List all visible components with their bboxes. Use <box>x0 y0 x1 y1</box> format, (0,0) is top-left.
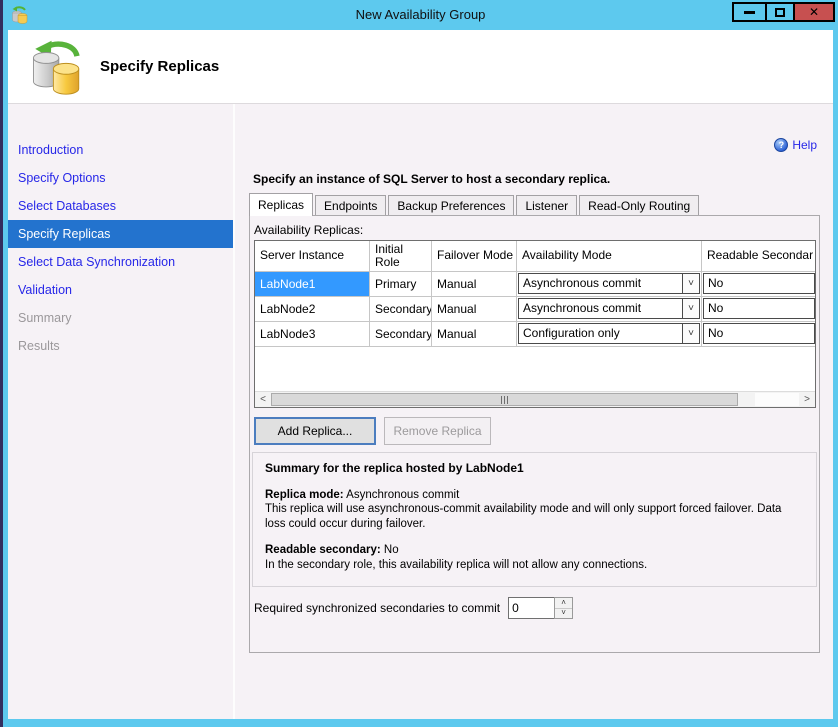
required-secondaries-input[interactable] <box>508 597 554 619</box>
tab-endpoints[interactable]: Endpoints <box>315 195 386 216</box>
replicas-grid: Server Instance Initial Role Failover Mo… <box>254 240 816 408</box>
summary-title: Summary for the replica hosted by LabNod… <box>265 461 804 476</box>
sidebar-item-validation[interactable]: Validation <box>8 276 233 304</box>
spin-up-icon[interactable]: ˄ <box>555 598 572 609</box>
cell-initial-role[interactable]: Primary <box>370 272 432 297</box>
scrollbar-grip-icon <box>501 396 509 404</box>
replica-mode-label: Replica mode: <box>265 489 344 501</box>
sidebar-item-specify-replicas[interactable]: Specify Replicas <box>8 220 233 248</box>
maximize-button[interactable] <box>765 2 795 22</box>
cell-initial-role[interactable]: Secondary <box>370 322 432 347</box>
readable-secondary-dropdown[interactable]: No <box>703 323 815 344</box>
cell-server-instance[interactable]: LabNode2 <box>255 297 370 322</box>
readable-secondary-label: Readable secondary: <box>265 544 381 556</box>
sidebar-item-results: Results <box>8 332 233 360</box>
table-row: LabNode3 Secondary Manual Configuration … <box>255 322 815 347</box>
replicas-database-icon <box>28 38 86 96</box>
column-header-server-instance: Server Instance <box>255 241 370 272</box>
new-availability-group-window: New Availability Group ✕ <box>0 0 838 727</box>
readable-secondary-value: No <box>381 544 399 556</box>
availability-mode-dropdown[interactable]: Asynchronous commit ˅ <box>518 273 700 294</box>
spinner: ˄ ˅ <box>554 597 573 619</box>
tab-backup-preferences[interactable]: Backup Preferences <box>388 195 514 216</box>
cell-availability-mode: Asynchronous commit ˅ <box>517 272 702 297</box>
column-header-failover-mode: Failover Mode <box>432 241 517 272</box>
add-replica-button[interactable]: Add Replica... <box>254 417 376 445</box>
replica-mode-description: This replica will use asynchronous-commi… <box>265 503 781 529</box>
commit-label: Required synchronized secondaries to com… <box>254 601 500 615</box>
close-button[interactable]: ✕ <box>793 2 835 22</box>
minimize-button[interactable] <box>732 2 767 22</box>
table-row: LabNode2 Secondary Manual Asynchronous c… <box>255 297 815 322</box>
cell-initial-role[interactable]: Secondary <box>370 297 432 322</box>
column-header-readable-secondary: Readable Secondar <box>702 241 816 272</box>
table-row: LabNode1 Primary Manual Asynchronous com… <box>255 272 815 297</box>
availability-replicas-label: Availability Replicas: <box>254 223 363 237</box>
horizontal-scrollbar[interactable]: < > <box>255 391 815 407</box>
cell-server-instance[interactable]: LabNode1 <box>255 272 370 297</box>
readable-secondary-dropdown[interactable]: No <box>703 273 815 294</box>
cell-failover-mode[interactable]: Manual <box>432 322 517 347</box>
cell-readable-secondary: No <box>702 297 816 322</box>
grid-header-row: Server Instance Initial Role Failover Mo… <box>255 241 815 272</box>
column-header-availability-mode: Availability Mode <box>517 241 702 272</box>
scrollbar-track[interactable] <box>755 393 799 406</box>
readable-secondary-dropdown[interactable]: No <box>703 298 815 319</box>
help-icon: ? <box>774 138 788 152</box>
cell-failover-mode[interactable]: Manual <box>432 272 517 297</box>
help-link[interactable]: ? Help <box>774 138 817 152</box>
column-header-initial-role: Initial Role <box>370 241 432 272</box>
page-title: Specify Replicas <box>100 30 219 103</box>
maximize-icon <box>775 8 785 17</box>
spin-down-icon[interactable]: ˅ <box>555 609 572 619</box>
availability-mode-dropdown[interactable]: Asynchronous commit ˅ <box>518 298 700 319</box>
help-label: Help <box>792 138 817 152</box>
sidebar-item-summary: Summary <box>8 304 233 332</box>
sidebar-item-introduction[interactable]: Introduction <box>8 136 233 164</box>
remove-replica-button: Remove Replica <box>384 417 491 445</box>
tab-read-only-routing[interactable]: Read-Only Routing <box>579 195 699 216</box>
wizard-header: Specify Replicas <box>8 30 833 103</box>
window-border <box>3 719 838 727</box>
replica-summary-box: Summary for the replica hosted by LabNod… <box>252 452 817 587</box>
chevron-down-icon[interactable]: ˅ <box>682 274 699 293</box>
cell-server-instance[interactable]: LabNode3 <box>255 322 370 347</box>
tab-listener[interactable]: Listener <box>516 195 577 216</box>
tab-replicas[interactable]: Replicas <box>249 193 313 216</box>
scrollbar-thumb[interactable] <box>271 393 738 406</box>
minimize-icon <box>744 11 755 14</box>
availability-mode-dropdown[interactable]: Configuration only ˅ <box>518 323 700 344</box>
scroll-left-icon[interactable]: < <box>255 392 271 407</box>
scroll-right-icon[interactable]: > <box>799 392 815 407</box>
readable-secondary-description: In the secondary role, this availability… <box>265 559 647 571</box>
titlebar[interactable]: New Availability Group ✕ <box>3 0 838 30</box>
sidebar-item-select-data-synchronization[interactable]: Select Data Synchronization <box>8 248 233 276</box>
cell-readable-secondary: No <box>702 272 816 297</box>
cell-availability-mode: Configuration only ˅ <box>517 322 702 347</box>
window-title: New Availability Group <box>3 0 838 30</box>
window-border <box>833 30 838 727</box>
commit-row: Required synchronized secondaries to com… <box>254 597 573 619</box>
readable-secondary-summary: Readable secondary: No In the secondary … <box>265 543 804 572</box>
cell-availability-mode: Asynchronous commit ˅ <box>517 297 702 322</box>
cell-readable-secondary: No <box>702 322 816 347</box>
chevron-down-icon[interactable]: ˅ <box>682 324 699 343</box>
tab-strip: Replicas Endpoints Backup Preferences Li… <box>249 193 699 216</box>
cell-failover-mode[interactable]: Manual <box>432 297 517 322</box>
sidebar-item-select-databases[interactable]: Select Databases <box>8 192 233 220</box>
close-icon: ✕ <box>809 5 819 19</box>
sidebar-item-specify-options[interactable]: Specify Options <box>8 164 233 192</box>
replica-mode-summary: Replica mode: Asynchronous commit This r… <box>265 488 804 531</box>
instruction-text: Specify an instance of SQL Server to hos… <box>253 172 610 186</box>
replicas-tab-panel: Availability Replicas: Server Instance I… <box>249 215 820 653</box>
wizard-steps-sidebar: Introduction Specify Options Select Data… <box>8 104 233 719</box>
chevron-down-icon[interactable]: ˅ <box>682 299 699 318</box>
main-pane: ? Help Specify an instance of SQL Server… <box>235 104 833 719</box>
replica-mode-value: Asynchronous commit <box>344 489 460 501</box>
